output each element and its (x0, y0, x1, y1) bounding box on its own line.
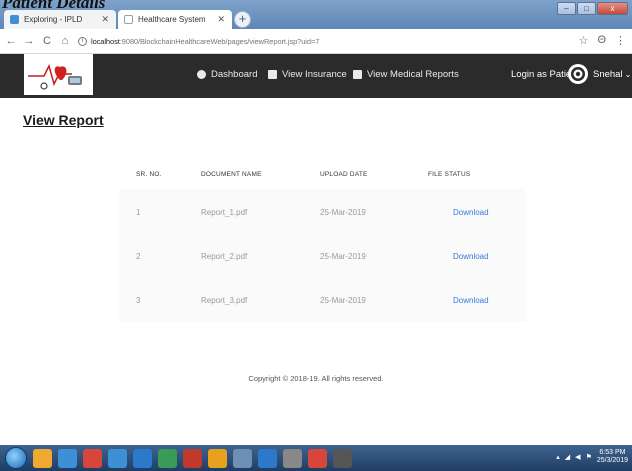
download-link[interactable]: Download (453, 252, 489, 261)
taskbar-app-icon[interactable] (258, 448, 277, 468)
close-icon[interactable]: ✕ (101, 14, 109, 25)
minimize-button[interactable]: – (557, 2, 576, 15)
taskbar-app-icon[interactable] (333, 448, 352, 468)
table-row: 2 Report_2.pdf 25-Mar-2019 Download (119, 237, 526, 277)
shield-badge-icon (568, 64, 588, 84)
taskbar-app-icon[interactable] (308, 448, 327, 468)
taskbar-app-icons (27, 448, 352, 468)
report-table: SR. NO. DOCUMENT NAME UPLOAD DATE FILE S… (119, 160, 526, 322)
document-name-cell: Report_1.pdf (201, 208, 248, 217)
table-row: 3 Report_3.pdf 25-Mar-2019 Download (119, 281, 526, 321)
nav-view-insurance-label: View Insurance (282, 69, 347, 80)
column-header-document-name: DOCUMENT NAME (201, 171, 262, 178)
footer-copyright: Copyright © 2018-19. All rights reserved… (248, 374, 384, 383)
column-header-upload-date: UPLOAD DATE (320, 171, 368, 178)
healthcare-logo[interactable] (24, 54, 93, 95)
ipfs-favicon-icon (10, 15, 19, 24)
new-tab-button[interactable]: + (234, 11, 251, 28)
page-title: View Report (23, 112, 104, 128)
bank-icon (268, 70, 277, 79)
browser-menu-icon[interactable]: ⋮ (615, 34, 626, 47)
volume-icon[interactable]: ◀ (575, 453, 580, 461)
back-button[interactable]: ← (4, 35, 18, 47)
taskbar-app-icon[interactable] (83, 448, 102, 468)
screen: Exploring - IPLD ✕ Healthcare System ✕ +… (0, 0, 632, 471)
nav-view-medical-reports[interactable]: View Medical Reports (353, 54, 459, 95)
close-window-button[interactable]: x (597, 2, 628, 15)
nav-dashboard-label: Dashboard (211, 69, 258, 80)
taskbar-app-icon[interactable] (58, 448, 77, 468)
download-link[interactable]: Download (453, 208, 489, 217)
window-controls: – □ x (557, 2, 628, 15)
user-menu[interactable]: Snehal ⌄ (593, 54, 631, 95)
url-path: :9080/BlockchainHealthcareWeb/pages/view… (119, 36, 320, 46)
address-bar: ← → C ⌂ i localhost:9080/BlockchainHealt… (0, 29, 632, 54)
sr-no-cell: 1 (136, 208, 141, 217)
nav-view-medical-reports-label: View Medical Reports (367, 69, 459, 80)
upload-date-cell: 25-Mar-2019 (320, 252, 366, 261)
page-favicon-icon (124, 15, 133, 24)
os-taskbar: ▴ ◢ ◀ ⚑ 6:53 PM 25/3/2019 (0, 445, 632, 471)
nav-dashboard[interactable]: Dashboard (197, 54, 257, 95)
info-icon[interactable]: i (78, 36, 87, 46)
taskbar-app-icon[interactable] (283, 448, 302, 468)
sr-no-cell: 2 (136, 252, 141, 261)
taskbar-app-icon[interactable] (183, 448, 202, 468)
taskbar-app-icon[interactable] (133, 448, 152, 468)
document-name-cell: Report_3.pdf (201, 296, 248, 305)
app-navbar: Dashboard View Insurance View Medical Re… (0, 54, 632, 98)
network-icon[interactable]: ◢ (565, 453, 570, 461)
flag-icon[interactable]: ⚑ (586, 453, 592, 461)
taskbar-app-icon[interactable] (33, 448, 52, 468)
clock-date: 25/3/2019 (596, 457, 628, 464)
url-field[interactable]: i localhost:9080/BlockchainHealthcareWeb… (78, 36, 320, 46)
bank-icon (353, 70, 362, 79)
heart-stethoscope-logo-icon (24, 54, 93, 95)
download-link[interactable]: Download (453, 296, 489, 305)
close-icon[interactable]: ✕ (217, 14, 225, 25)
table-row: 1 Report_1.pdf 25-Mar-2019 Download (119, 193, 526, 233)
maximize-button[interactable]: □ (577, 2, 596, 15)
table-body: 1 Report_1.pdf 25-Mar-2019 Download 2 Re… (119, 189, 526, 322)
column-header-sr-no: SR. NO. (136, 171, 162, 178)
upload-date-cell: 25-Mar-2019 (320, 208, 366, 217)
tab-label: Exploring - IPLD (24, 15, 83, 24)
tray-arrow-icon[interactable]: ▴ (556, 453, 560, 461)
user-name: Snehal (593, 69, 623, 80)
tab-healthcare-system[interactable]: Healthcare System ✕ (118, 10, 232, 29)
clock[interactable]: 6:53 PM 25/3/2019 (597, 449, 628, 465)
upload-date-cell: 25-Mar-2019 (320, 296, 366, 305)
column-header-file-status: FILE STATUS (428, 171, 471, 178)
overlay-heading: Patient Details (2, 0, 106, 12)
bookmark-star-icon[interactable]: ☆ (579, 34, 589, 47)
taskbar-app-icon[interactable] (233, 448, 252, 468)
taskbar-app-icon[interactable] (108, 448, 127, 468)
document-name-cell: Report_2.pdf (201, 252, 248, 261)
clock-time: 6:53 PM (599, 449, 626, 456)
start-button[interactable] (5, 447, 27, 469)
profile-icon[interactable]: Θ (597, 34, 606, 47)
url-host: localhost (91, 36, 120, 46)
sr-no-cell: 3 (136, 296, 141, 305)
home-button[interactable]: ⌂ (58, 35, 72, 47)
tachometer-icon (197, 70, 206, 79)
reload-button[interactable]: C (40, 35, 54, 47)
system-tray: ▴ ◢ ◀ ⚑ 6:53 PM 25/3/2019 (556, 449, 628, 465)
table-header: SR. NO. DOCUMENT NAME UPLOAD DATE FILE S… (119, 160, 526, 189)
chevron-down-icon: ⌄ (624, 70, 632, 79)
nav-view-insurance[interactable]: View Insurance (268, 54, 347, 95)
tab-label: Healthcare System (138, 15, 206, 24)
taskbar-app-icon[interactable] (158, 448, 177, 468)
forward-button[interactable]: → (22, 35, 36, 47)
taskbar-app-icon[interactable] (208, 448, 227, 468)
toolbar-right: ☆ Θ ⋮ (579, 34, 626, 47)
